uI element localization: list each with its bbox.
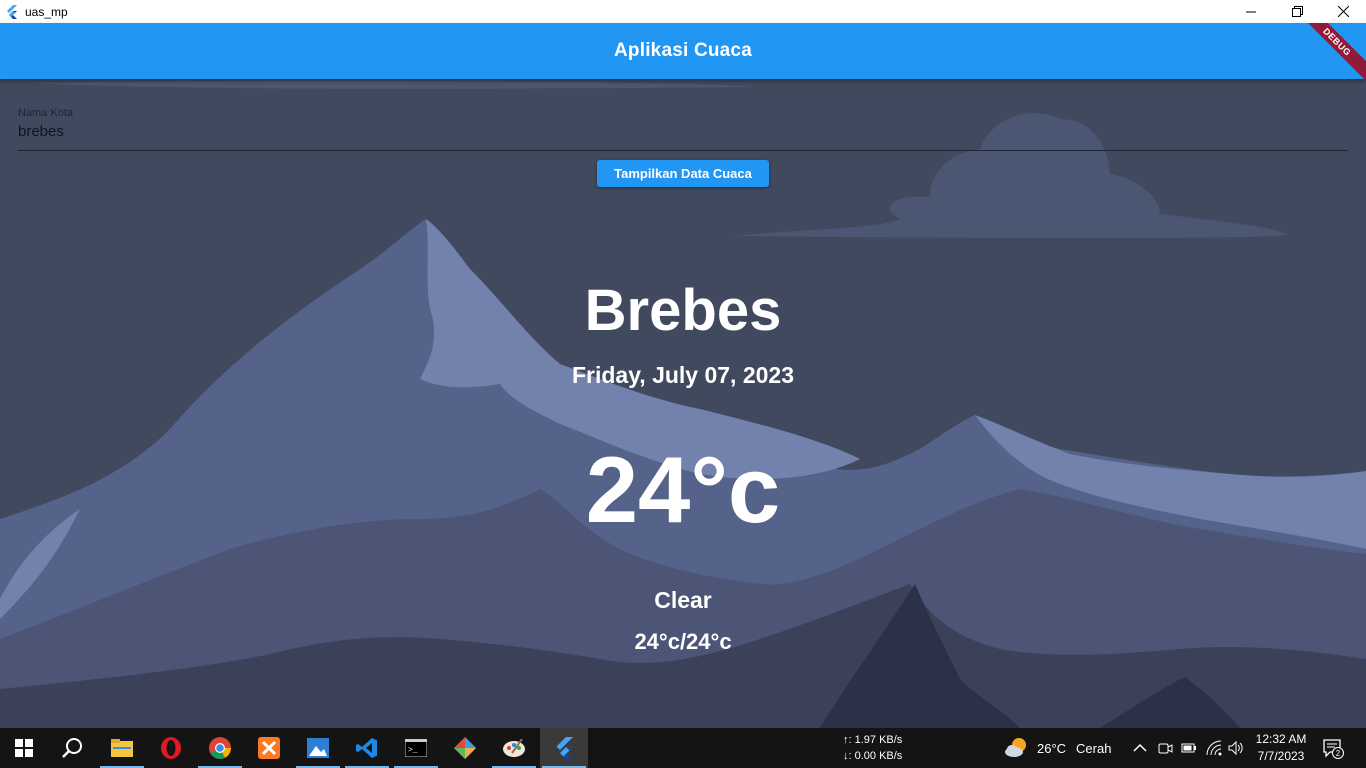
git-icon xyxy=(454,737,476,759)
window-controls xyxy=(1228,0,1366,23)
close-icon xyxy=(1337,6,1349,17)
taskbar-photos[interactable] xyxy=(294,728,342,768)
temperature: 24°c xyxy=(585,437,781,542)
wifi-icon[interactable] xyxy=(1206,740,1222,756)
taskbar-paint[interactable] xyxy=(490,728,538,768)
paint-icon xyxy=(503,738,525,757)
photos-icon xyxy=(307,738,329,758)
start-button[interactable] xyxy=(0,728,48,768)
start-icon xyxy=(15,739,33,757)
upload-speed: ↑: 1.97 KB/s xyxy=(843,734,903,746)
window-title-bar: uas_mp xyxy=(0,0,1366,23)
weather-date: Friday, July 07, 2023 xyxy=(571,362,795,388)
taskbar-terminal[interactable]: >_ xyxy=(392,728,440,768)
taskbar-file-explorer[interactable] xyxy=(98,728,146,768)
taskbar: >_ ↑: 1.97 KB/s ↓: 0.00 KB/s 26°C Cerah … xyxy=(0,728,1366,768)
opera-icon xyxy=(161,737,181,759)
taskbar-flutter-app[interactable] xyxy=(540,728,588,768)
volume-icon[interactable] xyxy=(1228,740,1244,756)
taskbar-weather-widget[interactable]: 26°C Cerah xyxy=(1004,728,1111,768)
min-max-temperature: 24°c/24°c xyxy=(634,629,732,654)
notification-center-icon[interactable]: 2 xyxy=(1322,737,1344,759)
taskbar-opera[interactable] xyxy=(147,728,195,768)
city-name: Brebes xyxy=(584,278,782,343)
app-bar: Aplikasi Cuaca DEBUG xyxy=(0,23,1366,79)
taskbar-xampp[interactable] xyxy=(245,728,293,768)
svg-text:>_: >_ xyxy=(408,746,418,755)
show-weather-button[interactable]: Tampilkan Data Cuaca xyxy=(597,160,769,187)
taskbar-git[interactable] xyxy=(441,728,489,768)
chrome-icon xyxy=(209,737,231,759)
download-speed: ↓: 0.00 KB/s xyxy=(843,750,903,762)
minimize-button[interactable] xyxy=(1228,0,1274,23)
weather-condition: Clear xyxy=(654,587,712,613)
restore-icon xyxy=(1291,6,1303,17)
search-icon xyxy=(62,738,82,758)
taskbar-vscode[interactable] xyxy=(343,728,391,768)
notification-count: 2 xyxy=(1336,749,1341,758)
weather-content: Nama Kota brebes Tampilkan Data Cuaca Br… xyxy=(0,79,1366,728)
battery-icon[interactable] xyxy=(1181,740,1197,756)
city-name-field[interactable]: Nama Kota brebes xyxy=(18,107,1348,151)
weather-widget-temp: 26°C xyxy=(1037,740,1067,756)
clock-time: 12:32 AM xyxy=(1255,732,1307,746)
network-speed: ↑: 1.97 KB/s ↓: 0.00 KB/s xyxy=(843,732,902,764)
taskbar-clock[interactable]: 12:32 AM 7/7/2023 xyxy=(1252,731,1310,765)
taskbar-chrome[interactable] xyxy=(196,728,244,768)
chevron-up-icon[interactable] xyxy=(1132,740,1148,756)
terminal-icon: >_ xyxy=(405,739,427,757)
flutter-icon xyxy=(7,4,17,19)
search-button[interactable] xyxy=(48,728,96,768)
app-title: Aplikasi Cuaca xyxy=(614,40,752,61)
restore-button[interactable] xyxy=(1274,0,1320,23)
partly-cloudy-icon xyxy=(1005,738,1026,757)
city-name-label: Nama Kota xyxy=(18,107,74,119)
weather-widget-text: Cerah xyxy=(1076,740,1112,756)
file-explorer-icon xyxy=(111,739,133,757)
debug-banner: DEBUG xyxy=(1293,23,1366,79)
xampp-icon xyxy=(258,737,280,759)
minimize-icon xyxy=(1246,11,1256,12)
close-button[interactable] xyxy=(1320,0,1366,23)
vscode-icon xyxy=(356,738,377,758)
meet-now-icon[interactable] xyxy=(1157,740,1173,756)
window-title: uas_mp xyxy=(25,4,68,19)
city-name-input[interactable]: brebes xyxy=(18,123,64,140)
clock-date: 7/7/2023 xyxy=(1257,749,1305,763)
flutter-icon xyxy=(556,737,573,759)
